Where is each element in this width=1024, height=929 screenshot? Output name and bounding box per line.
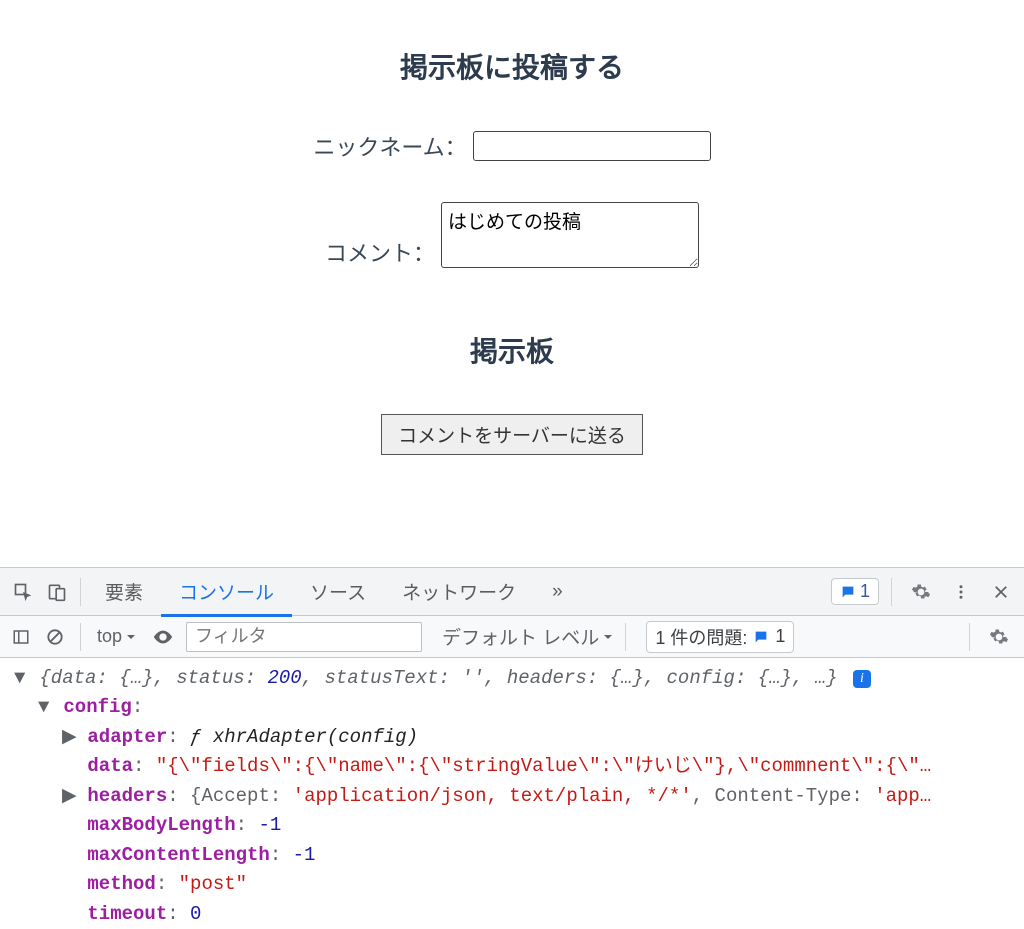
- nickname-row: ニックネーム：: [313, 130, 710, 162]
- post-form-heading: 掲示板に投稿する: [400, 46, 624, 86]
- page-content: 掲示板に投稿する ニックネーム： コメント： 掲示板 コメントをサーバーに送る: [0, 0, 1024, 455]
- board-heading: 掲示板: [470, 330, 554, 370]
- log-line-adapter[interactable]: ▶ adapter: ƒ xhrAdapter(config): [14, 723, 1014, 752]
- tab-console[interactable]: コンソール: [161, 566, 292, 617]
- submit-button[interactable]: コメントをサーバーに送る: [381, 414, 643, 455]
- tab-elements[interactable]: 要素: [87, 566, 161, 617]
- issues-box[interactable]: 1 件の問題: 1: [646, 621, 794, 653]
- log-line-headers[interactable]: ▶ headers: {Accept: 'application/json, t…: [14, 782, 1014, 811]
- expand-toggle-icon[interactable]: ▶: [62, 723, 76, 752]
- comment-row: コメント：: [325, 202, 699, 268]
- log-line-method[interactable]: method: "post": [14, 870, 1014, 899]
- log-line-data[interactable]: data: "{\"fields\":{\"name\":{\"stringVa…: [14, 752, 1014, 781]
- log-level-selector[interactable]: デフォルト レベル: [442, 623, 613, 650]
- gear-icon[interactable]: [904, 573, 938, 611]
- tab-more[interactable]: »: [534, 569, 581, 615]
- log-line-timeout[interactable]: timeout: 0: [14, 900, 1014, 929]
- nickname-label: ニックネーム：: [313, 130, 466, 162]
- info-icon[interactable]: i: [853, 670, 871, 688]
- filter-input[interactable]: [186, 622, 422, 652]
- tab-sources[interactable]: ソース: [292, 566, 384, 617]
- nickname-input[interactable]: [473, 131, 711, 161]
- device-toggle-icon[interactable]: [40, 573, 74, 611]
- eye-icon[interactable]: [148, 618, 178, 656]
- chevron-down-icon: [603, 632, 613, 642]
- log-line-maxbodylength[interactable]: maxBodyLength: -1: [14, 811, 1014, 840]
- log-line-config[interactable]: ▼ config:: [14, 693, 1014, 722]
- gear-icon[interactable]: [982, 618, 1016, 656]
- log-line-summary[interactable]: ▼ {data: {…}, status: 200, statusText: '…: [14, 664, 1014, 693]
- inspect-icon[interactable]: [6, 573, 40, 611]
- console-issue-count: 1: [860, 581, 870, 602]
- sidebar-toggle-icon[interactable]: [8, 618, 34, 656]
- chevron-down-icon: [126, 632, 136, 642]
- log-line-maxcontentlength[interactable]: maxContentLength: -1: [14, 841, 1014, 870]
- devtools-tabbar: 要素 コンソール ソース ネットワーク » 1: [0, 568, 1024, 616]
- expand-toggle-icon[interactable]: ▼: [14, 664, 28, 693]
- console-toolbar: top デフォルト レベル 1 件の問題: 1: [0, 616, 1024, 658]
- comment-label: コメント：: [325, 236, 435, 268]
- clear-console-icon[interactable]: [42, 618, 68, 656]
- console-output[interactable]: ▼ {data: {…}, status: 200, statusText: '…: [0, 658, 1024, 929]
- expand-toggle-icon[interactable]: ▼: [38, 693, 52, 722]
- tab-network[interactable]: ネットワーク: [384, 566, 534, 617]
- console-issue-badge[interactable]: 1: [831, 578, 879, 605]
- close-icon[interactable]: [984, 573, 1018, 611]
- comment-textarea[interactable]: [441, 202, 699, 268]
- kebab-icon[interactable]: [944, 573, 978, 611]
- expand-toggle-icon[interactable]: ▶: [62, 782, 76, 811]
- context-selector[interactable]: top: [93, 624, 140, 649]
- devtools-panel: 要素 コンソール ソース ネットワーク » 1: [0, 567, 1024, 929]
